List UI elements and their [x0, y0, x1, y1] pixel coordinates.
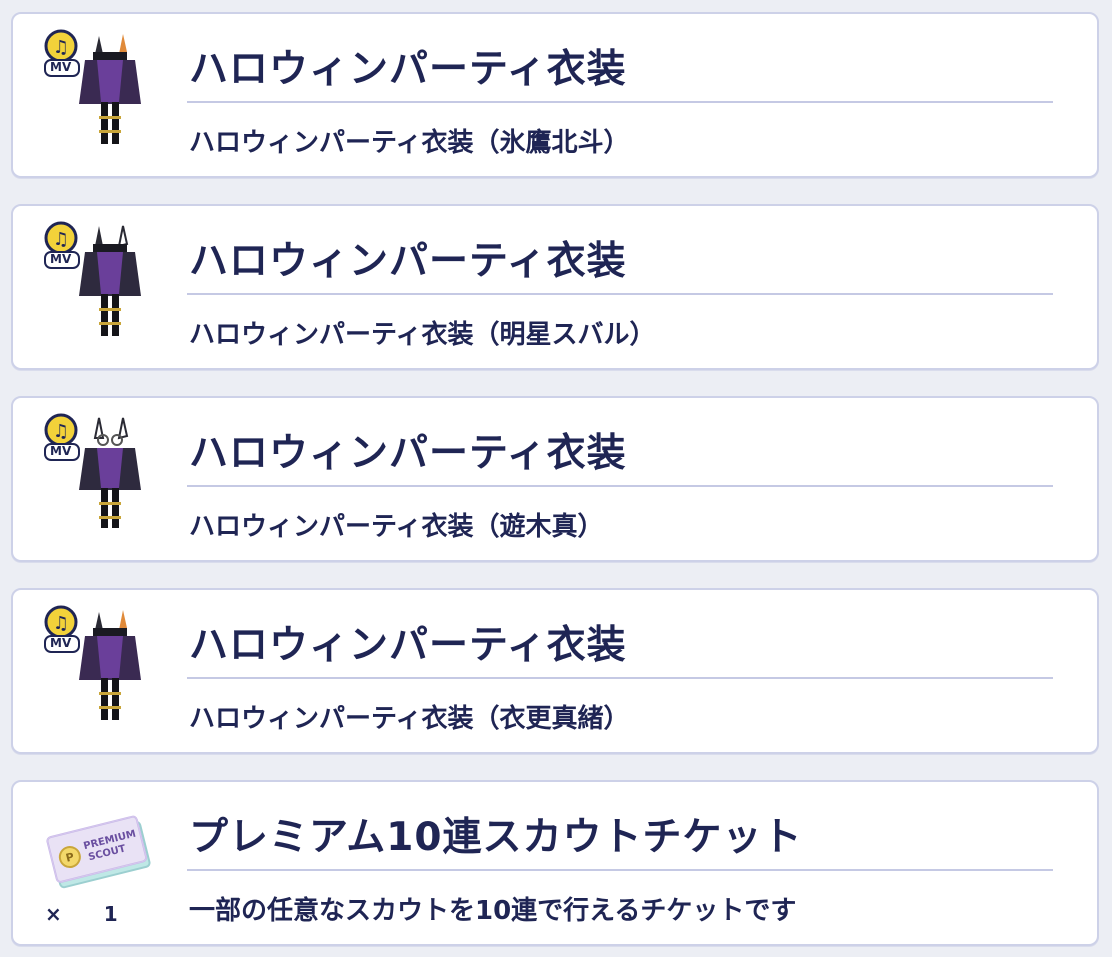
reward-description: ハロウィンパーティ衣装（明星スバル） [189, 320, 656, 350]
svg-text:♫: ♫ [53, 421, 69, 442]
reward-description: ハロウィンパーティ衣装（遊木真） [189, 512, 604, 542]
reward-card[interactable]: ♫ MV ハロウィンパーティ衣装 ハロウィンパーティ衣装（氷鷹北斗） [11, 12, 1099, 178]
reward-card[interactable]: ♫ MV ハロウィンパーティ衣装 ハロウィンパーティ衣装（衣更真緒） [11, 588, 1099, 754]
reward-card[interactable]: ♫ MV ハロウィンパーティ衣装 ハロウィンパーティ衣装（明星スバル） [11, 204, 1099, 370]
reward-description: 一部の任意なスカウトを10連で行えるチケットです [189, 896, 797, 926]
multiply-symbol: × [45, 902, 62, 926]
mv-badge-label: MV [50, 636, 72, 650]
reward-description: ハロウィンパーティ衣装（氷鷹北斗） [189, 128, 630, 158]
divider [187, 485, 1053, 487]
costume-mv-icon: ♫ [44, 29, 141, 144]
reward-title: ハロウィンパーティ衣装 [189, 47, 627, 92]
reward-title: ハロウィンパーティ衣装 [189, 623, 627, 668]
svg-text:♫: ♫ [53, 229, 69, 250]
reward-title: プレミアム10連スカウトチケット [189, 815, 803, 860]
svg-text:♫: ♫ [53, 37, 69, 58]
quantity-value: 1 [103, 902, 118, 926]
reward-card[interactable]: ♫ MV ハロウィンパーティ衣装 ハロウィンパーティ衣装（遊木真） [11, 396, 1099, 562]
mv-badge-label: MV [50, 444, 72, 458]
svg-text:♫: ♫ [53, 613, 69, 634]
divider [187, 101, 1053, 103]
reward-title: ハロウィンパーティ衣装 [189, 239, 627, 284]
scout-ticket-icon: P PREMIUM SCOUT [46, 815, 151, 889]
divider [187, 293, 1053, 295]
costume-mv-icon: ♫ [44, 413, 141, 528]
reward-card[interactable]: P PREMIUM SCOUT × 1 プレミアム10連スカウトチケット 一部の任… [11, 780, 1099, 946]
quantity-label: × 1 [45, 902, 118, 926]
reward-description: ハロウィンパーティ衣装（衣更真緒） [189, 704, 630, 734]
reward-title: ハロウィンパーティ衣装 [189, 431, 627, 476]
mv-badge-label: MV [50, 252, 72, 266]
mv-badge-label: MV [50, 60, 72, 74]
divider [187, 677, 1053, 679]
divider [187, 869, 1053, 871]
costume-mv-icon: ♫ [44, 605, 141, 720]
costume-mv-icon: ♫ [44, 221, 141, 336]
